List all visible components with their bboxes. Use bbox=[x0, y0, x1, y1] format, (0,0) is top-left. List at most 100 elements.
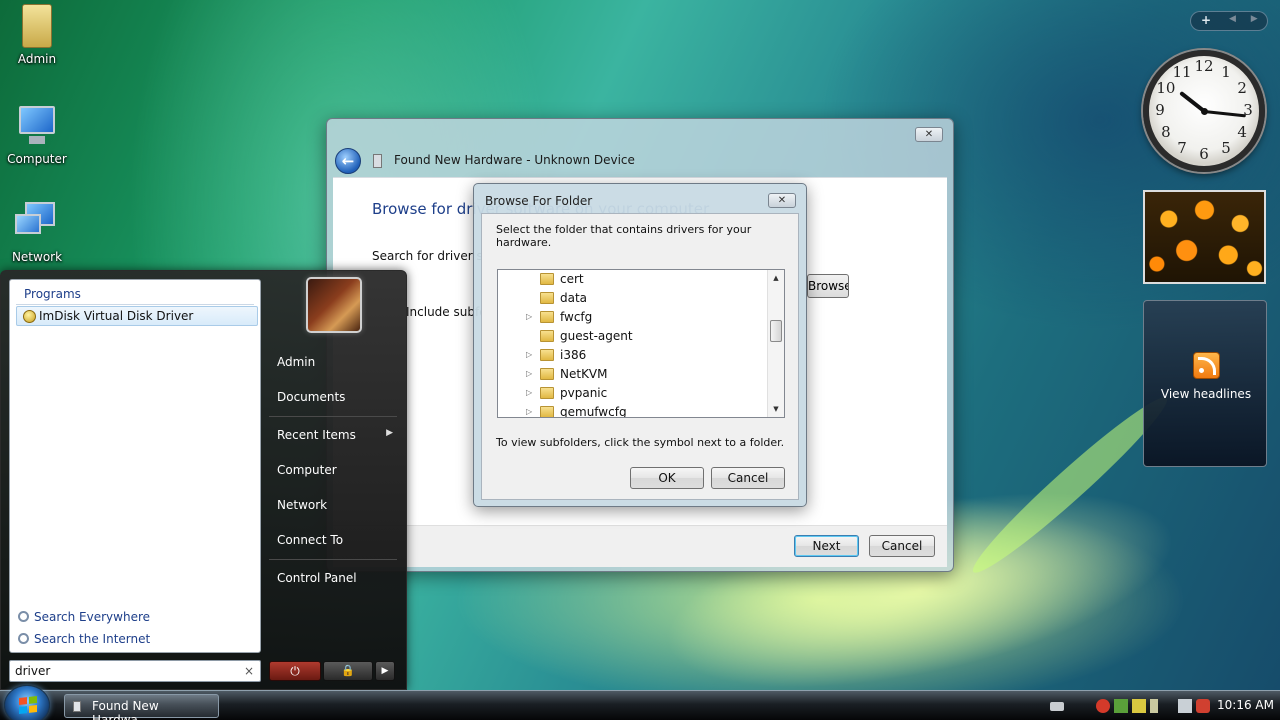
close-button[interactable]: ✕ bbox=[768, 193, 796, 208]
result-imdisk-virtual-disk-driver[interactable]: ImDisk Virtual Disk Driver bbox=[16, 306, 258, 326]
search-internet-link[interactable]: Search the Internet bbox=[18, 632, 150, 646]
cancel-button[interactable]: Cancel bbox=[869, 535, 935, 557]
menu-divider bbox=[269, 559, 397, 560]
taskbar-clock[interactable]: 10:16 AM bbox=[1217, 698, 1274, 712]
start-item-connect-to[interactable]: Connect To bbox=[265, 525, 399, 555]
start-item-computer[interactable]: Computer bbox=[265, 455, 399, 485]
clock-numeral: 6 bbox=[1199, 145, 1209, 163]
back-arrow-icon[interactable]: ← bbox=[335, 148, 361, 174]
wizard-footer: Next Cancel bbox=[333, 525, 947, 567]
desktop-icon-label: Computer bbox=[7, 152, 67, 166]
start-item-admin[interactable]: Admin bbox=[265, 347, 399, 377]
expand-arrow-icon[interactable]: ▷ bbox=[526, 369, 532, 378]
lock-button[interactable]: 🔒 bbox=[323, 661, 373, 681]
user-avatar[interactable] bbox=[306, 277, 362, 333]
browse-for-folder-dialog: Browse For Folder ✕ Select the folder th… bbox=[473, 183, 807, 507]
start-item-control-panel[interactable]: Control Panel bbox=[265, 563, 399, 593]
feed-headlines-gadget[interactable]: View headlines bbox=[1143, 300, 1267, 467]
start-item-documents[interactable]: Documents bbox=[265, 382, 399, 412]
submenu-arrow-icon: ▶ bbox=[386, 428, 393, 438]
desktop-icon-admin[interactable]: Admin bbox=[0, 4, 74, 66]
desktop-icon-network[interactable]: Network bbox=[0, 200, 74, 264]
tree-item-fwcfg[interactable]: ▷ fwcfg bbox=[498, 308, 768, 327]
tree-item-cert[interactable]: cert bbox=[498, 270, 768, 289]
safely-remove-hardware-icon[interactable] bbox=[1132, 699, 1146, 713]
vertical-scrollbar[interactable]: ▲ ▼ bbox=[767, 270, 784, 417]
expand-arrow-icon[interactable]: ▷ bbox=[526, 388, 532, 397]
dialog-hint: To view subfolders, click the symbol nex… bbox=[496, 436, 785, 449]
folder-icon bbox=[540, 273, 554, 285]
wizard-header: ← Found New Hardware - Unknown Device bbox=[333, 145, 947, 177]
search-results-pane: Programs ImDisk Virtual Disk Driver Sear… bbox=[9, 279, 261, 653]
computer-icon bbox=[13, 102, 61, 148]
search-input-value: driver bbox=[15, 664, 51, 678]
hardware-icon bbox=[73, 701, 81, 712]
system-tray: 10:16 AM bbox=[1044, 694, 1280, 718]
programs-section-header: Programs bbox=[24, 287, 81, 301]
tree-item-qemufwcfg[interactable]: ▷ qemufwcfg bbox=[498, 403, 768, 417]
ok-button[interactable]: OK bbox=[630, 467, 704, 489]
folder-icon bbox=[540, 292, 554, 304]
security-alert-icon[interactable] bbox=[1096, 699, 1110, 713]
folder-icon bbox=[540, 330, 554, 342]
power-button[interactable]: ⏻ bbox=[269, 661, 321, 681]
window-title: Found New Hardware - Unknown Device bbox=[394, 153, 635, 167]
scroll-thumb[interactable] bbox=[770, 320, 782, 342]
start-item-recent-items[interactable]: Recent Items ▶ bbox=[265, 420, 399, 450]
shutdown-options-button[interactable]: ▶ bbox=[375, 661, 395, 681]
folder-icon bbox=[540, 349, 554, 361]
start-search-input[interactable]: driver × bbox=[9, 660, 261, 682]
clock-numeral: 8 bbox=[1161, 123, 1171, 141]
expand-arrow-icon[interactable]: ▷ bbox=[526, 350, 532, 359]
clock-numeral: 12 bbox=[1194, 57, 1214, 75]
slideshow-gadget[interactable] bbox=[1143, 190, 1266, 284]
search-icon bbox=[18, 611, 29, 622]
taskbar-button-found-new-hardware[interactable]: Found New Hardwa... bbox=[64, 694, 219, 720]
clock-numeral: 7 bbox=[1177, 139, 1187, 158]
start-menu: Programs ImDisk Virtual Disk Driver Sear… bbox=[0, 270, 407, 690]
desktop-icon-label: Admin bbox=[17, 52, 57, 66]
volume-muted-icon[interactable] bbox=[1196, 699, 1210, 713]
tree-item-data[interactable]: data bbox=[498, 289, 768, 308]
rss-feed-icon bbox=[1193, 352, 1220, 379]
windows-logo-icon bbox=[19, 696, 37, 714]
desktop-icon-computer[interactable]: Computer bbox=[0, 102, 74, 166]
network-connection-icon[interactable] bbox=[1178, 699, 1192, 713]
search-icon bbox=[18, 633, 29, 644]
expand-arrow-icon[interactable]: ▷ bbox=[526, 407, 532, 416]
next-button[interactable]: Next bbox=[794, 535, 859, 557]
tree-item-netkvm[interactable]: ▷ NetKVM bbox=[498, 365, 768, 384]
clock-numeral: 5 bbox=[1221, 139, 1231, 158]
start-item-network[interactable]: Network bbox=[265, 490, 399, 520]
dialog-description: Select the folder that contains drivers … bbox=[496, 223, 752, 249]
network-status-icon[interactable] bbox=[1114, 699, 1128, 713]
close-button[interactable]: ✕ bbox=[915, 127, 943, 142]
keyboard-icon[interactable] bbox=[1050, 702, 1064, 711]
browse-button[interactable]: Browse... bbox=[807, 274, 849, 298]
clear-search-icon[interactable]: × bbox=[244, 664, 254, 678]
tree-item-pvpanic[interactable]: ▷ pvpanic bbox=[498, 384, 768, 403]
add-gadget-icon[interactable]: + bbox=[1201, 13, 1211, 27]
battery-icon[interactable] bbox=[1150, 699, 1158, 713]
folder-tree[interactable]: cert data ▷ fwcfg guest-agent ▷ i386 ▷ N… bbox=[497, 269, 785, 418]
clock-numeral: 9 bbox=[1155, 101, 1165, 119]
sidebar-controls: + ◀ ▶ bbox=[1190, 11, 1268, 31]
expand-arrow-icon[interactable]: ▷ bbox=[526, 312, 532, 321]
cancel-button[interactable]: Cancel bbox=[711, 467, 785, 489]
clock-gadget[interactable]: 12 1 2 3 4 5 6 7 8 9 10 11 bbox=[1143, 50, 1265, 172]
clock-numeral: 11 bbox=[1172, 62, 1192, 81]
gadget-nav-arrows[interactable]: ◀ ▶ bbox=[1229, 14, 1264, 24]
search-everywhere-link[interactable]: Search Everywhere bbox=[18, 610, 150, 624]
imdisk-icon bbox=[23, 310, 36, 323]
tree-item-guest-agent[interactable]: guest-agent bbox=[498, 327, 768, 346]
folder-icon bbox=[540, 368, 554, 380]
menu-divider bbox=[269, 416, 397, 417]
folder-icon bbox=[540, 406, 554, 417]
scroll-down-icon[interactable]: ▼ bbox=[768, 401, 784, 417]
start-button[interactable] bbox=[4, 685, 50, 720]
section-divider bbox=[16, 304, 254, 305]
clock-numeral: 3 bbox=[1243, 101, 1253, 119]
scroll-up-icon[interactable]: ▲ bbox=[768, 270, 784, 286]
tree-item-i386[interactable]: ▷ i386 bbox=[498, 346, 768, 365]
view-headlines-label: View headlines bbox=[1160, 387, 1252, 401]
